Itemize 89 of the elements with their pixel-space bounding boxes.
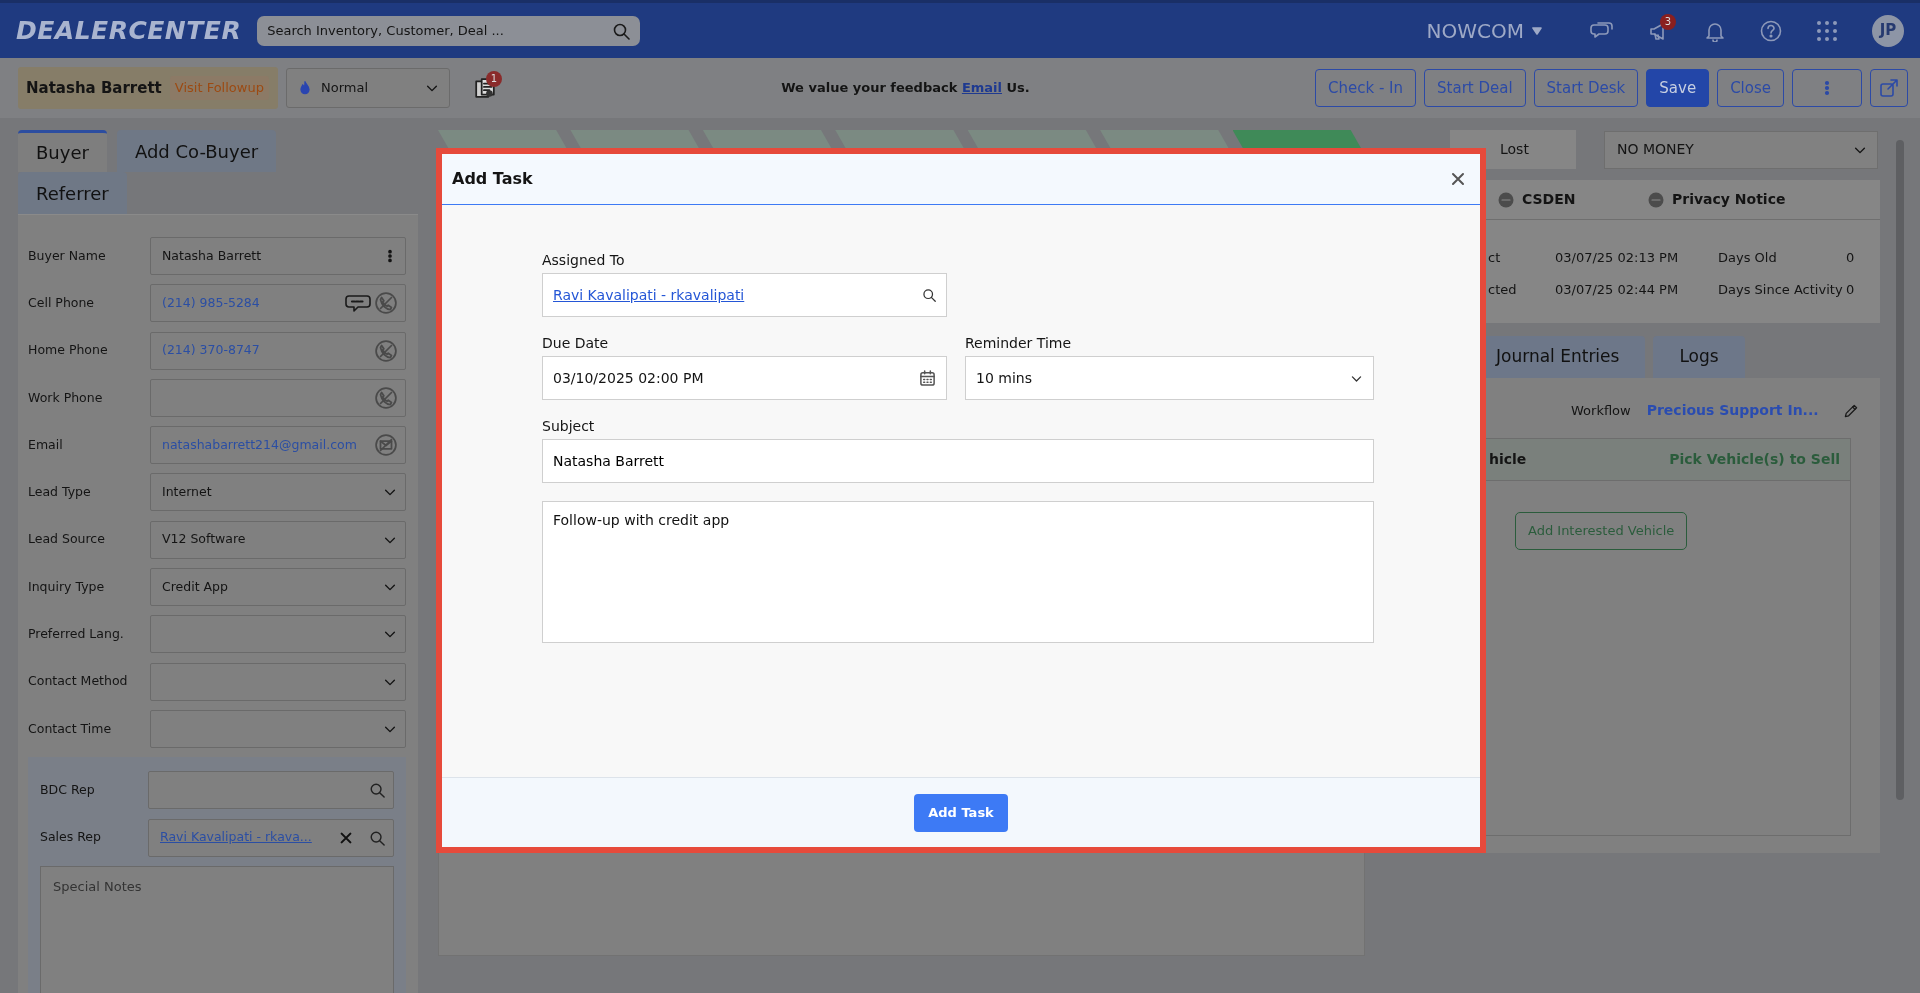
status-tag: Visit Followup	[169, 76, 269, 100]
placeholder-text: Special Notes	[53, 878, 142, 894]
envelope-crossed-icon[interactable]	[375, 434, 397, 457]
caret-icon	[1532, 26, 1542, 35]
notification-badge: 3	[1660, 13, 1676, 30]
phone-crossed-icon[interactable]	[375, 339, 397, 362]
clear-icon[interactable]	[339, 830, 353, 845]
search-field[interactable]: Search Inventory, Customer, Deal ...	[257, 15, 641, 46]
workflow-label: Workflow	[1571, 401, 1631, 420]
status-circle-icon	[1498, 191, 1514, 208]
field-label: Work Phone	[28, 388, 104, 407]
reminder-time-dropdown[interactable]: 10 mins	[965, 356, 1374, 400]
stat-label: Days Old	[1718, 249, 1778, 267]
feedback-message: We value your feedback Email Us.	[781, 80, 1030, 96]
open-window-button[interactable]	[1870, 69, 1908, 107]
search-icon[interactable]	[922, 288, 936, 302]
status-circle-icon	[1648, 191, 1664, 208]
card-title: hicle	[1489, 450, 1527, 469]
field-label: Buyer Name	[28, 246, 107, 265]
field-label: Due Date	[542, 334, 610, 353]
pencil-icon[interactable]	[1842, 402, 1859, 419]
apps-grid-icon[interactable]	[1816, 19, 1838, 42]
field-label: Sales Rep	[40, 828, 102, 847]
user-avatar[interactable]: JP	[1872, 14, 1904, 47]
calendar-icon[interactable]	[919, 369, 936, 387]
field-value: 03/10/2025 02:00 PM	[553, 368, 705, 388]
field-label: Inquiry Type	[28, 577, 106, 596]
close-icon[interactable]	[1450, 171, 1466, 187]
buyer-tab[interactable]: Add Co-Buyer	[116, 130, 277, 172]
field-label: Cell Phone	[28, 293, 96, 312]
text-field[interactable]: Natasha Barrett	[150, 237, 406, 275]
sms-bubble-icon[interactable]	[345, 293, 371, 314]
consent-label: Privacy Notice	[1672, 190, 1786, 209]
stat-value: 03/07/25 02:13 PM	[1555, 249, 1680, 267]
email-link[interactable]: Email	[961, 80, 1002, 96]
field-label: Contact Time	[28, 719, 113, 738]
search-icon[interactable]	[612, 21, 631, 40]
phone-crossed-icon[interactable]	[375, 292, 397, 315]
phone-crossed-icon[interactable]	[375, 386, 397, 409]
add-task-button[interactable]: Add Task	[914, 793, 1008, 832]
flame-icon	[297, 79, 313, 97]
field-label: Subject	[542, 417, 596, 436]
subject-field[interactable]: Natasha Barrett	[542, 439, 1374, 483]
organization-dropdown[interactable]: NOWCOM	[1426, 15, 1542, 46]
assigned-to-field[interactable]: Ravi Kavalipati - rkavalipati	[542, 273, 947, 317]
assignee-link[interactable]: Ravi Kavalipati - rkavalipati	[553, 284, 745, 306]
stat-value: 0	[1846, 280, 1855, 299]
scrollbar-thumb[interactable]	[1896, 140, 1904, 800]
stat-label: ct	[1488, 249, 1502, 267]
text-field[interactable]	[150, 378, 406, 417]
dropdown-field[interactable]	[150, 709, 406, 748]
field-label: BDC Rep	[40, 780, 96, 799]
buyer-tab[interactable]: Buyer	[18, 130, 107, 172]
field-label: Reminder Time	[965, 334, 1073, 353]
field-label: Preferred Lang.	[28, 625, 125, 643]
description-field[interactable]: Follow-up with credit app	[542, 501, 1374, 643]
placeholder-text: Search Inventory, Customer, Deal ...	[267, 21, 505, 40]
dropdown-field[interactable]: Credit App	[150, 568, 406, 607]
field-label: Contact Method	[28, 672, 129, 691]
field-label: Lead Type	[28, 483, 92, 502]
dialog-title: Add Task	[452, 168, 533, 190]
field-value: Natasha Barrett	[162, 246, 263, 265]
section-tab[interactable]: Logs	[1653, 336, 1745, 378]
external-window-icon	[1879, 78, 1899, 99]
consent-label: CSDEN	[1522, 190, 1576, 209]
stat-label: cted	[1488, 280, 1518, 299]
buyer-tab[interactable]: Referrer	[18, 172, 127, 214]
app-logo[interactable]: DEALERCENTER	[16, 11, 242, 50]
due-date-field[interactable]: 03/10/2025 02:00 PM	[542, 356, 947, 400]
dropdown-field[interactable]	[150, 615, 406, 654]
stat-label: Days Since Activity	[1718, 280, 1844, 299]
save-button[interactable]: Save	[1646, 69, 1710, 107]
stat-value: 0	[1846, 249, 1855, 267]
special-notes-field[interactable]: Special Notes	[40, 865, 394, 993]
help-icon[interactable]	[1760, 19, 1782, 42]
dropdown-field[interactable]: Internet	[150, 473, 406, 512]
priority-dropdown[interactable]: Normal	[286, 68, 450, 108]
field-label: Home Phone	[28, 341, 109, 360]
customer-name: Natasha Barrett	[26, 77, 162, 99]
more-options-button[interactable]	[1792, 69, 1862, 107]
field-label: Assigned To	[542, 251, 626, 270]
dropdown-field[interactable]	[150, 662, 406, 701]
notification-badge: 1	[486, 71, 502, 87]
search-field[interactable]	[148, 771, 394, 810]
field-label: Email	[28, 435, 64, 454]
lost-reason-dropdown[interactable]: NO MONEY	[1604, 130, 1878, 169]
stat-value: 03/07/25 02:44 PM	[1555, 280, 1680, 299]
field-label: Lead Source	[28, 530, 106, 549]
dropdown-field[interactable]: V12 Software	[150, 520, 406, 559]
